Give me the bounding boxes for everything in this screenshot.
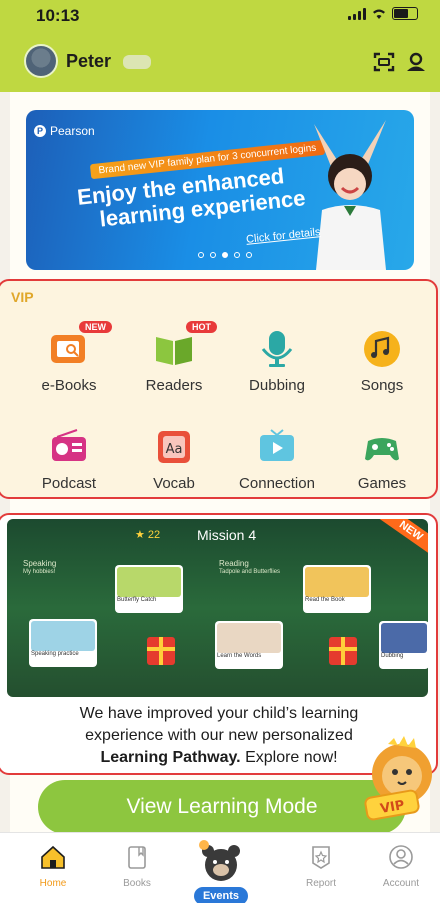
tab-home[interactable]: Home (18, 843, 88, 889)
tab-label: Events (194, 887, 248, 903)
svg-text:Aa: Aa (166, 442, 183, 457)
avatar[interactable] (24, 44, 58, 78)
vip-label: VIP (11, 289, 34, 305)
carousel-dot-active[interactable] (222, 252, 228, 258)
feature-dubbing[interactable]: Dubbing (227, 329, 327, 394)
feature-games[interactable]: Games (332, 427, 432, 492)
app-screen: 10:13 Peter P Pearson Brand new VIP famil… (0, 0, 440, 903)
pathway-card: Butterfly Catch (115, 565, 183, 613)
girl-illustration (314, 120, 386, 270)
section-label: Speaking (23, 559, 57, 568)
scan-icon[interactable] (372, 50, 396, 74)
music-notes-icon (362, 329, 402, 369)
gamepad-icon (362, 427, 402, 467)
gift-icon (329, 637, 357, 665)
status-icons (348, 7, 418, 20)
home-icon (41, 845, 65, 869)
tab-label: Books (123, 878, 151, 889)
tv-icon (257, 427, 297, 467)
section-sub-label: Tadpole and Butterflies (219, 569, 281, 575)
vocab-card-icon: Aa (154, 427, 194, 467)
tab-label: Home (39, 878, 67, 889)
new-ribbon: NEW (374, 519, 428, 560)
feature-label: Songs (360, 377, 404, 394)
tab-label: Account (382, 878, 420, 889)
feature-connection[interactable]: Connection (227, 427, 327, 492)
user-name[interactable]: Peter (66, 51, 111, 72)
pearson-logo: P Pearson (34, 124, 95, 138)
tab-books[interactable]: Books (102, 843, 172, 889)
pathway-card: Learn the Words (215, 621, 283, 669)
parent-profile-icon[interactable] (404, 50, 428, 74)
feature-songs[interactable]: Songs (332, 329, 432, 394)
new-badge: NEW (79, 321, 112, 333)
readers-icon: HOT (154, 321, 217, 369)
ebook-icon: NEW (49, 321, 112, 369)
feature-label: Dubbing (249, 377, 305, 394)
feature-podcast[interactable]: Podcast (19, 427, 119, 492)
account-icon (389, 845, 413, 869)
tab-events[interactable]: Events (186, 837, 256, 903)
vip-section: VIP NEW e-Books HOT Readers Dubbing Song… (0, 279, 438, 499)
top-header: 10:13 Peter (0, 0, 440, 92)
carousel-dot[interactable] (246, 252, 252, 258)
battery-icon (392, 7, 418, 20)
gift-icon (147, 637, 175, 665)
vip-lion-mascot-icon[interactable]: VIP (358, 736, 438, 822)
carousel-dot[interactable] (234, 252, 240, 258)
view-learning-mode-button[interactable]: View Learning Mode (38, 780, 406, 834)
promo-banner[interactable]: P Pearson Brand new VIP family plan for 3… (26, 110, 414, 270)
microphone-icon (257, 329, 297, 369)
feature-label: Connection (239, 475, 315, 492)
feature-label: e-Books (41, 377, 97, 394)
feature-label: Podcast (41, 475, 97, 492)
signal-icon (348, 7, 366, 20)
user-level-badge (123, 55, 151, 69)
radio-icon (49, 427, 89, 467)
pathway-card: Read the Book (303, 565, 371, 613)
carousel-dots[interactable] (198, 252, 252, 258)
stars-count: ★ 22 (135, 529, 161, 541)
report-icon (312, 846, 330, 869)
feature-label: Vocab (153, 475, 195, 492)
feature-vocab[interactable]: Aa Vocab (124, 427, 224, 492)
pathway-description: We have improved your child’s learning e… (79, 705, 359, 766)
carousel-dot[interactable] (198, 252, 204, 258)
feature-ebooks[interactable]: NEW e-Books (19, 321, 119, 394)
section-label: Reading (219, 559, 249, 568)
tab-account[interactable]: Account (366, 843, 436, 889)
feature-label: Games (357, 475, 407, 492)
pathway-card: Dubbing (379, 621, 428, 669)
status-time: 10:13 (36, 6, 80, 25)
tab-label: Report (305, 878, 336, 889)
hot-badge: HOT (186, 321, 217, 333)
wifi-icon (373, 9, 385, 19)
mission-title: Mission 4 (197, 527, 257, 543)
bottom-tab-bar: Home Books Events Report Account (0, 832, 440, 903)
bear-icon (195, 839, 247, 891)
feature-label: Readers (145, 377, 203, 394)
pathway-card: Speaking practice (29, 619, 97, 667)
book-icon (128, 846, 146, 869)
feature-readers[interactable]: HOT Readers (124, 321, 224, 394)
mission-preview-image: ★ 22 Mission 4 NEW Speaking My hobbies! … (7, 519, 428, 697)
carousel-dot[interactable] (210, 252, 216, 258)
section-sub-label: My hobbies! (23, 569, 56, 575)
tab-report[interactable]: Report (286, 843, 356, 889)
